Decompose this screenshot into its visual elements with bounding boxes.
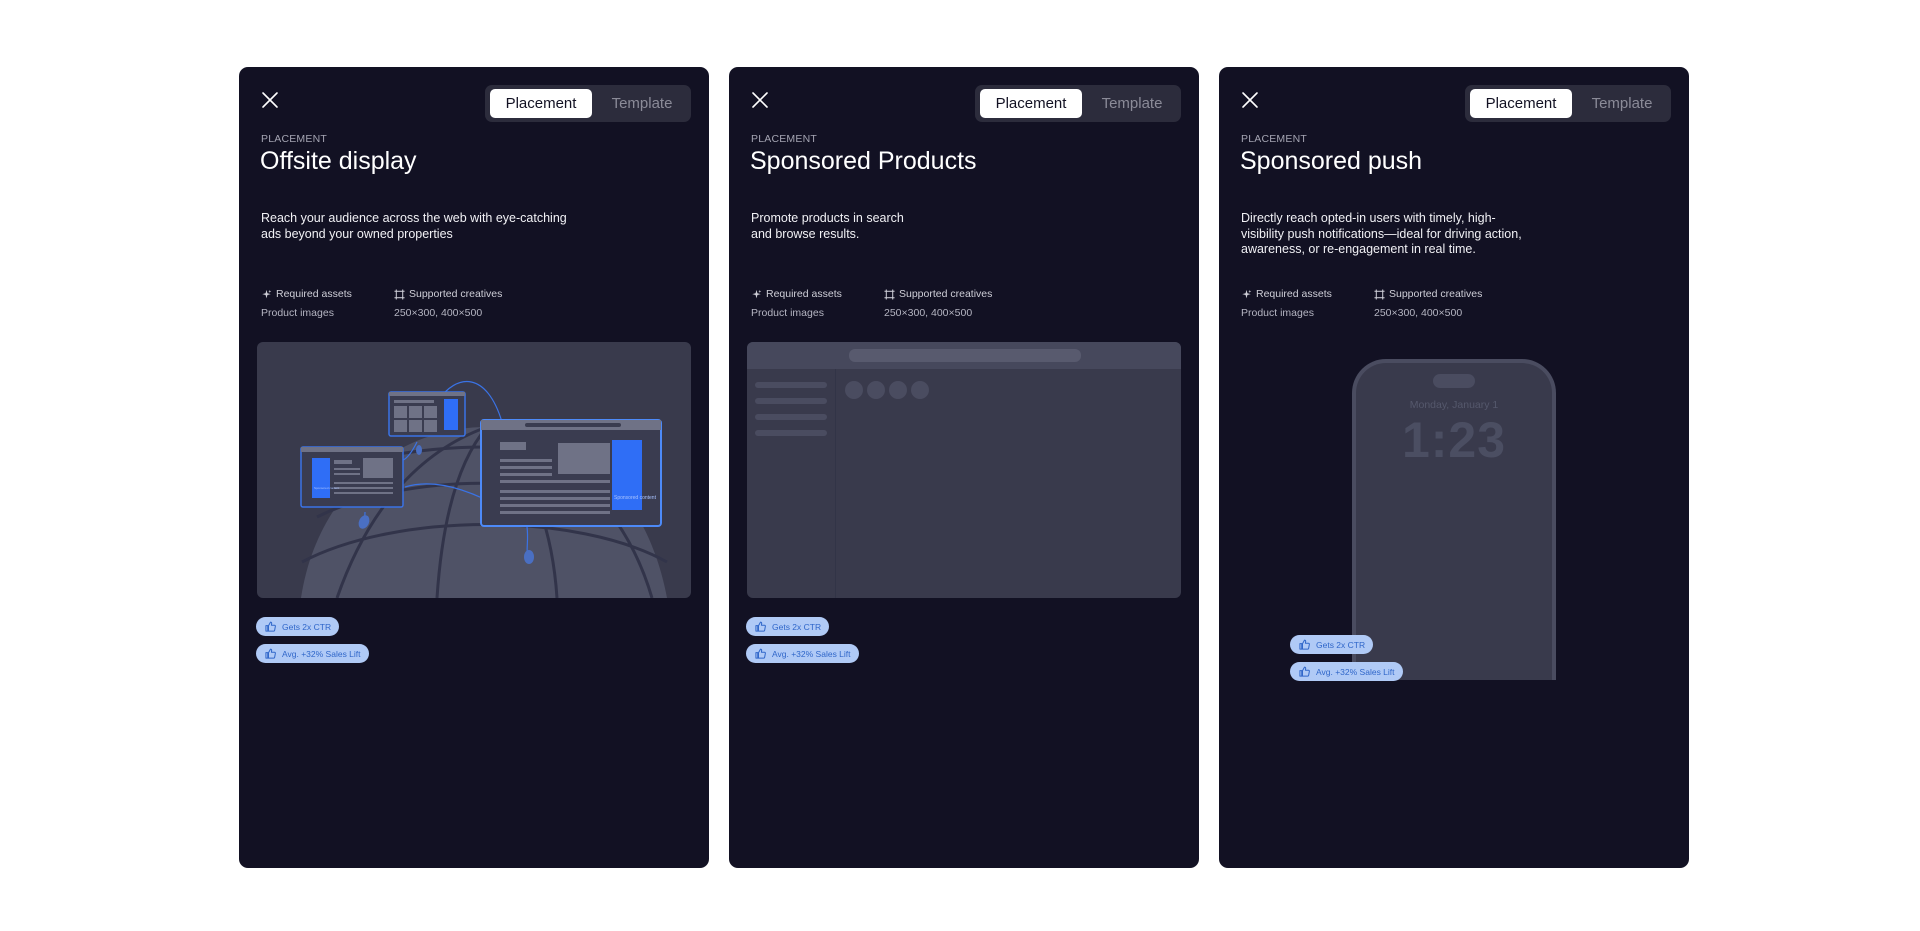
close-icon[interactable]	[261, 91, 279, 109]
thumbs-up-icon	[755, 621, 766, 632]
placement-template-toggle: Placement Template	[1465, 85, 1671, 122]
badge-label: Avg. +32% Sales Lift	[282, 648, 361, 659]
required-assets-value: Product images	[751, 307, 824, 319]
sales-lift-badge: Avg. +32% Sales Lift	[256, 644, 369, 663]
lock-screen-date: Monday, January 1	[1409, 399, 1499, 411]
ctr-badge: Gets 2x CTR	[256, 617, 340, 636]
supported-creatives: Supported creatives 250×300, 400×500	[394, 288, 502, 319]
sparkle-icon	[751, 289, 762, 300]
supported-creatives: Supported creatives 250×300, 400×500	[884, 288, 992, 319]
badge-list: Gets 2x CTR Avg. +32% Sales Lift	[1290, 635, 1403, 689]
card-description: Directly reach opted-in users with timel…	[1241, 211, 1522, 256]
badge-label: Gets 2x CTR	[772, 621, 822, 632]
badge-label: Avg. +32% Sales Lift	[772, 648, 851, 659]
card-eyebrow: PLACEMENT	[1241, 133, 1307, 145]
required-assets-label: Required assets	[766, 288, 842, 300]
badge-label: Gets 2x CTR	[282, 621, 332, 632]
tab-template[interactable]: Template	[597, 89, 687, 118]
thumbs-up-icon	[265, 621, 276, 632]
required-assets-value: Product images	[1241, 307, 1314, 319]
sponsored-products-illustration	[747, 342, 1181, 598]
required-assets-label: Required assets	[276, 288, 352, 300]
card-title: Offsite display	[260, 147, 417, 175]
filter-chips	[845, 381, 929, 399]
sales-lift-badge: Avg. +32% Sales Lift	[1290, 662, 1403, 681]
placement-template-toggle: Placement Template	[975, 85, 1181, 122]
supported-creatives-label: Supported creatives	[409, 288, 503, 300]
placement-template-toggle: Placement Template	[485, 85, 691, 122]
required-assets: Required assets Product images	[1241, 288, 1332, 319]
badge-list: Gets 2x CTR Avg. +32% Sales Lift	[256, 617, 369, 671]
browser-window-large: Sponsored content	[480, 419, 662, 527]
sparkle-icon	[1241, 289, 1252, 300]
placement-card-offsite-display: Placement Template PLACEMENT Offsite dis…	[239, 67, 709, 868]
browser-window-small-top	[388, 391, 466, 437]
ctr-badge: Gets 2x CTR	[746, 617, 830, 636]
card-description: Promote products in search and browse re…	[751, 211, 904, 241]
card-description: Reach your audience across the web with …	[261, 211, 567, 241]
ctr-badge: Gets 2x CTR	[1290, 635, 1374, 654]
required-assets: Required assets Product images	[261, 288, 352, 319]
lock-screen-time: 1:23	[1401, 412, 1507, 468]
crop-frame-icon	[884, 289, 895, 300]
required-assets: Required assets Product images	[751, 288, 842, 319]
required-assets-label: Required assets	[1256, 288, 1332, 300]
phone-mockup: Monday, January 1 1:23	[1352, 359, 1556, 680]
tab-template[interactable]: Template	[1577, 89, 1667, 118]
close-icon[interactable]	[751, 91, 769, 109]
badge-label: Gets 2x CTR	[1316, 639, 1366, 650]
card-title: Sponsored Products	[750, 147, 977, 175]
badge-label: Avg. +32% Sales Lift	[1316, 666, 1395, 677]
supported-creatives-value: 250×300, 400×500	[1374, 307, 1463, 319]
placement-card-sponsored-products: Placement Template PLACEMENT Sponsored P…	[729, 67, 1199, 868]
thumbs-up-icon	[755, 648, 766, 659]
ad-label-large: Sponsored content	[614, 495, 657, 501]
supported-creatives-value: 250×300, 400×500	[394, 307, 483, 319]
thumbs-up-icon	[1299, 666, 1310, 677]
tab-placement[interactable]: Placement	[490, 89, 592, 118]
tab-placement[interactable]: Placement	[1470, 89, 1572, 118]
supported-creatives-label: Supported creatives	[899, 288, 993, 300]
supported-creatives: Supported creatives 250×300, 400×500	[1374, 288, 1482, 319]
crop-frame-icon	[394, 289, 405, 300]
tab-placement[interactable]: Placement	[980, 89, 1082, 118]
dynamic-island	[1433, 374, 1475, 388]
card-eyebrow: PLACEMENT	[751, 133, 817, 145]
offsite-display-illustration: Sponsored content Sponsored content	[257, 342, 691, 598]
sidebar-lines	[755, 382, 827, 436]
sparkle-icon	[261, 289, 272, 300]
close-icon[interactable]	[1241, 91, 1259, 109]
search-bar	[849, 349, 1081, 362]
badge-list: Gets 2x CTR Avg. +32% Sales Lift	[746, 617, 859, 671]
browser-window-left: Sponsored content	[300, 446, 404, 508]
required-assets-value: Product images	[261, 307, 334, 319]
thumbs-up-icon	[1299, 639, 1310, 650]
supported-creatives-value: 250×300, 400×500	[884, 307, 973, 319]
thumbs-up-icon	[265, 648, 276, 659]
card-title: Sponsored push	[1240, 147, 1423, 175]
ad-label-small: Sponsored content	[314, 486, 339, 490]
sales-lift-badge: Avg. +32% Sales Lift	[746, 644, 859, 663]
tab-template[interactable]: Template	[1087, 89, 1177, 118]
supported-creatives-label: Supported creatives	[1389, 288, 1483, 300]
card-eyebrow: PLACEMENT	[261, 133, 327, 145]
placement-card-sponsored-push: Placement Template PLACEMENT Sponsored p…	[1219, 67, 1689, 868]
crop-frame-icon	[1374, 289, 1385, 300]
